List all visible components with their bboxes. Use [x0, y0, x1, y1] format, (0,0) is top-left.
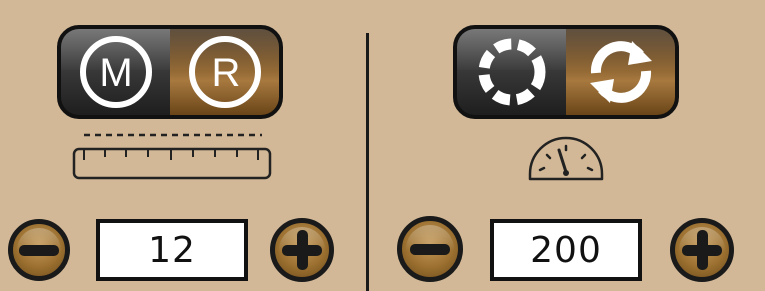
length-value-display[interactable]: 12 [96, 219, 248, 281]
speedometer-icon [528, 136, 604, 181]
speed-decrease-button[interactable] [397, 216, 463, 282]
m-circle-icon: M [79, 36, 152, 108]
mode-r-label: R [211, 51, 240, 95]
mode-r-button[interactable]: R [170, 29, 279, 115]
plus-icon-vertical [696, 230, 708, 270]
minus-icon [19, 244, 59, 256]
ruler-icon [72, 133, 272, 180]
speed-increase-button[interactable] [670, 218, 734, 282]
mode-toggle: M R [57, 25, 283, 119]
mode-m-button[interactable]: M [61, 29, 170, 115]
length-increase-button[interactable] [270, 218, 334, 282]
cycle-button[interactable] [566, 29, 675, 115]
speed-value-display[interactable]: 200 [490, 219, 642, 281]
r-circle-icon: R [188, 36, 261, 108]
panel-divider [366, 33, 369, 291]
minus-icon [410, 243, 450, 255]
length-decrease-button[interactable] [8, 219, 70, 281]
mode-m-label: M [99, 51, 132, 95]
stopped-icon [478, 38, 545, 106]
cycle-icon [589, 41, 652, 103]
plus-icon-vertical [296, 230, 308, 270]
run-toggle [453, 25, 679, 119]
stop-button[interactable] [457, 29, 566, 115]
